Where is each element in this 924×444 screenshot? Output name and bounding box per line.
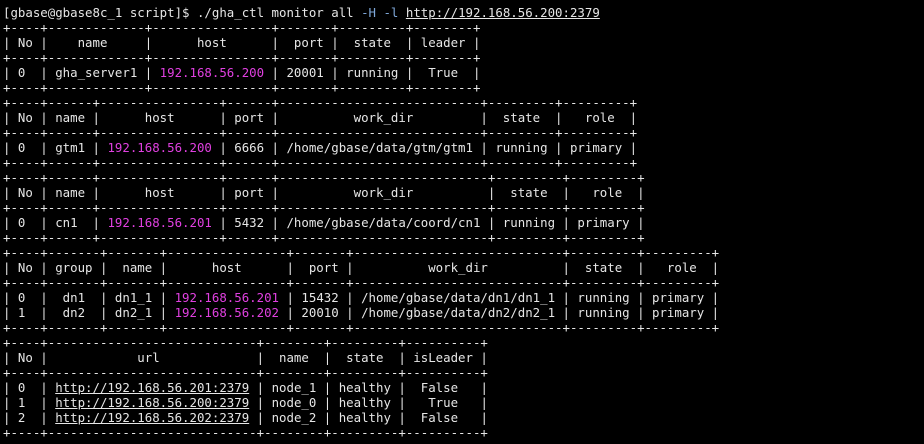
terminal-line: | No | name | host | port | work_dir | s… <box>3 185 921 200</box>
ip-address: 192.168.56.202 <box>174 305 280 320</box>
terminal-line: +----+-------------+----------------+---… <box>3 80 921 95</box>
terminal-line: +----+------+----------------+------+---… <box>3 125 921 140</box>
text-segment: +----+-------+-------+----------------+-… <box>3 245 720 260</box>
text-segment: | No | name | host | port | work_dir | s… <box>3 110 638 125</box>
command-flag: -l <box>383 5 399 20</box>
ip-address: 192.168.56.201 <box>107 215 212 230</box>
text-segment: | 20001 | running | True | <box>264 65 481 80</box>
text-segment: | 15432 | /home/gbase/data/dn1/dn1_1 | r… <box>279 290 720 305</box>
text-segment: | 1 | dn2 | dn2_1 | <box>3 305 175 320</box>
text-segment: | No | group | name | host | port | work… <box>3 260 720 275</box>
terminal-line: +----+----------------------------+-----… <box>3 365 921 380</box>
terminal-line: | No | group | name | host | port | work… <box>3 260 921 275</box>
text-segment: +----+-------------+----------------+---… <box>3 20 481 35</box>
text-segment: +----+-------+-------+----------------+-… <box>3 275 720 290</box>
text-segment: | 0 | gtm1 | <box>3 140 108 155</box>
url-link[interactable]: http://192.168.56.200:2379 <box>55 395 249 410</box>
text-segment: | node_0 | healthy | True | <box>249 395 488 410</box>
terminal-line: | 0 | gha_server1 | 192.168.56.200 | 200… <box>3 65 921 80</box>
terminal-line: [gbase@gbase8c_1 script]$ ./gha_ctl moni… <box>3 5 921 20</box>
text-segment: | 1 | <box>3 395 56 410</box>
text-segment: +----+------+----------------+------+---… <box>3 230 645 245</box>
terminal-line: +----+------+----------------+------+---… <box>3 95 921 110</box>
terminal-line: | 0 | http://192.168.56.201:2379 | node_… <box>3 380 921 395</box>
terminal-line: +----+-------------+----------------+---… <box>3 20 921 35</box>
text-segment: +----+------+----------------+------+---… <box>3 125 638 140</box>
terminal-line: | 2 | http://192.168.56.202:2379 | node_… <box>3 410 921 425</box>
terminal-line: +----+------+----------------+------+---… <box>3 155 921 170</box>
terminal-line: | 0 | dn1 | dn1_1 | 192.168.56.201 | 154… <box>3 290 921 305</box>
text-segment: +----+------+----------------+------+---… <box>3 200 645 215</box>
terminal-line: | 0 | cn1 | 192.168.56.201 | 5432 | /hom… <box>3 215 921 230</box>
terminal-line: +----+----------------------------+-----… <box>3 425 921 440</box>
text-segment: +----+------+----------------+------+---… <box>3 155 638 170</box>
text-segment: | 2 | <box>3 410 56 425</box>
text-segment: | node_2 | healthy | False | <box>249 410 488 425</box>
text-segment: | 0 | dn1 | dn1_1 | <box>3 290 175 305</box>
terminal-output[interactable]: [gbase@gbase8c_1 script]$ ./gha_ctl moni… <box>3 5 921 444</box>
text-segment: +----+-------+-------+----------------+-… <box>3 320 720 335</box>
text-segment: +----+----------------------------+-----… <box>3 425 488 440</box>
url-link[interactable]: http://192.168.56.202:2379 <box>55 410 249 425</box>
terminal-line: | No | name | host | port | work_dir | s… <box>3 110 921 125</box>
text-segment: | No | name | host | port | state | lead… <box>3 35 481 50</box>
terminal-line: | 0 | gtm1 | 192.168.56.200 | 6666 | /ho… <box>3 140 921 155</box>
text-segment: | No | url | name | state | isLeader | <box>3 350 488 365</box>
text-segment <box>398 5 405 20</box>
text-segment: +----+-------------+----------------+---… <box>3 80 481 95</box>
text-segment: | 0 | cn1 | <box>3 215 108 230</box>
text-segment: | 0 | <box>3 380 56 395</box>
text-segment: +----+----------------------------+-----… <box>3 335 488 350</box>
terminal-line: +----+-------------+----------------+---… <box>3 50 921 65</box>
text-segment: | 0 | gha_server1 | <box>3 65 160 80</box>
terminal-line: +----+------+----------------+------+---… <box>3 200 921 215</box>
terminal-line: +----+-------+-------+----------------+-… <box>3 275 921 290</box>
text-segment: | No | name | host | port | work_dir | s… <box>3 185 645 200</box>
text-segment: +----+------+----------------+------+---… <box>3 170 645 185</box>
url-link[interactable]: http://192.168.56.201:2379 <box>55 380 249 395</box>
url-link[interactable]: http://192.168.56.200:2379 <box>406 5 600 20</box>
text-segment: +----+------+----------------+------+---… <box>3 95 638 110</box>
ip-address: 192.168.56.200 <box>107 140 212 155</box>
text-segment: +----+-------------+----------------+---… <box>3 50 481 65</box>
text-segment: [gbase@gbase8c_1 script]$ ./gha_ctl moni… <box>3 5 362 20</box>
command-flag: -H <box>361 5 376 20</box>
terminal-line: +----+-------+-------+----------------+-… <box>3 245 921 260</box>
text-segment: | 5432 | /home/gbase/data/coord/cn1 | ru… <box>211 215 645 230</box>
terminal-line: | 1 | http://192.168.56.200:2379 | node_… <box>3 395 921 410</box>
terminal-line: +----+------+----------------+------+---… <box>3 170 921 185</box>
ip-address: 192.168.56.201 <box>174 290 280 305</box>
text-segment: +----+----------------------------+-----… <box>3 365 488 380</box>
text-segment: | node_1 | healthy | False | <box>249 380 488 395</box>
terminal-line: | No | url | name | state | isLeader | <box>3 350 921 365</box>
text-segment: | 6666 | /home/gbase/data/gtm/gtm1 | run… <box>211 140 638 155</box>
terminal-line: | No | name | host | port | state | lead… <box>3 35 921 50</box>
terminal-line: | 1 | dn2 | dn2_1 | 192.168.56.202 | 200… <box>3 305 921 320</box>
terminal-line: +----+----------------------------+-----… <box>3 335 921 350</box>
text-segment: | 20010 | /home/gbase/data/dn2/dn2_1 | r… <box>279 305 720 320</box>
terminal-line: +----+------+----------------+------+---… <box>3 230 921 245</box>
ip-address: 192.168.56.200 <box>159 65 265 80</box>
terminal-line: +----+-------+-------+----------------+-… <box>3 320 921 335</box>
